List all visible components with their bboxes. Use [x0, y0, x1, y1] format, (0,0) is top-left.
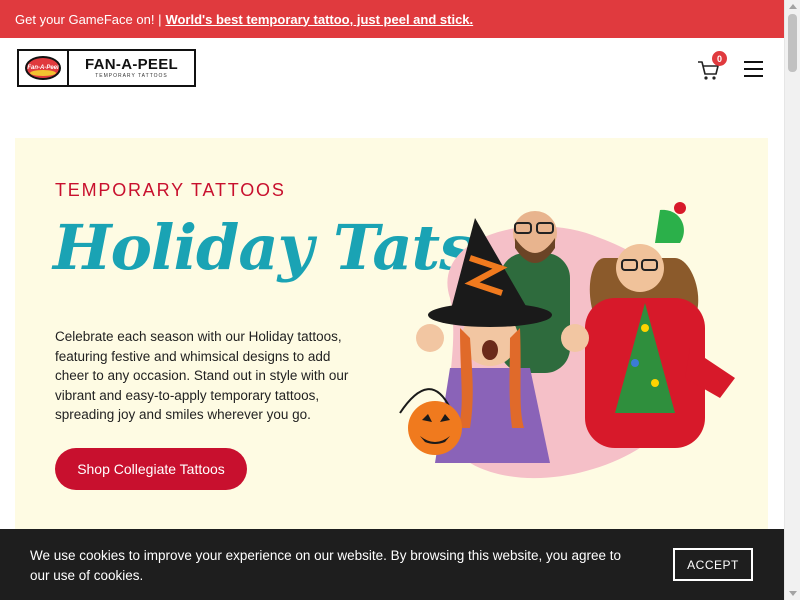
shop-collegiate-tattoos-button[interactable]: Shop Collegiate Tattoos: [55, 448, 247, 490]
promo-text: Get your GameFace on! |: [15, 11, 162, 27]
accept-cookies-button[interactable]: ACCEPT: [673, 548, 753, 581]
hero-banner: TEMPORARY TATTOOS Holiday Tats Celebrate…: [15, 138, 768, 538]
hero-eyebrow: TEMPORARY TATTOOS: [55, 180, 286, 200]
site-logo[interactable]: Fan-A-Peel FAN-A-PEEL TEMPORARY TATTOOS: [17, 49, 196, 87]
cookie-message: We use cookies to improve your experienc…: [30, 548, 622, 583]
site-header: Fan-A-Peel FAN-A-PEEL TEMPORARY TATTOOS …: [0, 38, 784, 100]
logo-name: FAN-A-PEEL: [85, 55, 178, 73]
promo-link[interactable]: World's best temporary tattoo, just peel…: [165, 12, 473, 27]
scroll-down-arrow-icon[interactable]: [789, 591, 797, 596]
hamburger-menu-icon[interactable]: [744, 61, 763, 77]
logo-emblem-text: Fan-A-Peel: [27, 65, 59, 71]
cart-button[interactable]: 0: [697, 51, 727, 82]
scrollbar-thumb[interactable]: [788, 14, 797, 72]
hero-description: Celebrate each season with our Holiday t…: [55, 329, 349, 422]
cart-count-badge: 0: [712, 51, 727, 66]
cookie-banner: We use cookies to improve your experienc…: [0, 529, 784, 600]
page-scrollbar[interactable]: [784, 0, 800, 600]
logo-tagline: TEMPORARY TATTOOS: [95, 72, 168, 79]
scroll-up-arrow-icon[interactable]: [789, 4, 797, 9]
logo-wordmark: FAN-A-PEEL TEMPORARY TATTOOS: [69, 51, 194, 85]
logo-emblem: Fan-A-Peel: [19, 51, 69, 85]
promo-bar: Get your GameFace on! | World's best tem…: [0, 0, 784, 38]
woman-figure: [585, 202, 735, 448]
logo-oval-icon: Fan-A-Peel: [25, 56, 61, 80]
hero-family-image: [399, 202, 735, 479]
